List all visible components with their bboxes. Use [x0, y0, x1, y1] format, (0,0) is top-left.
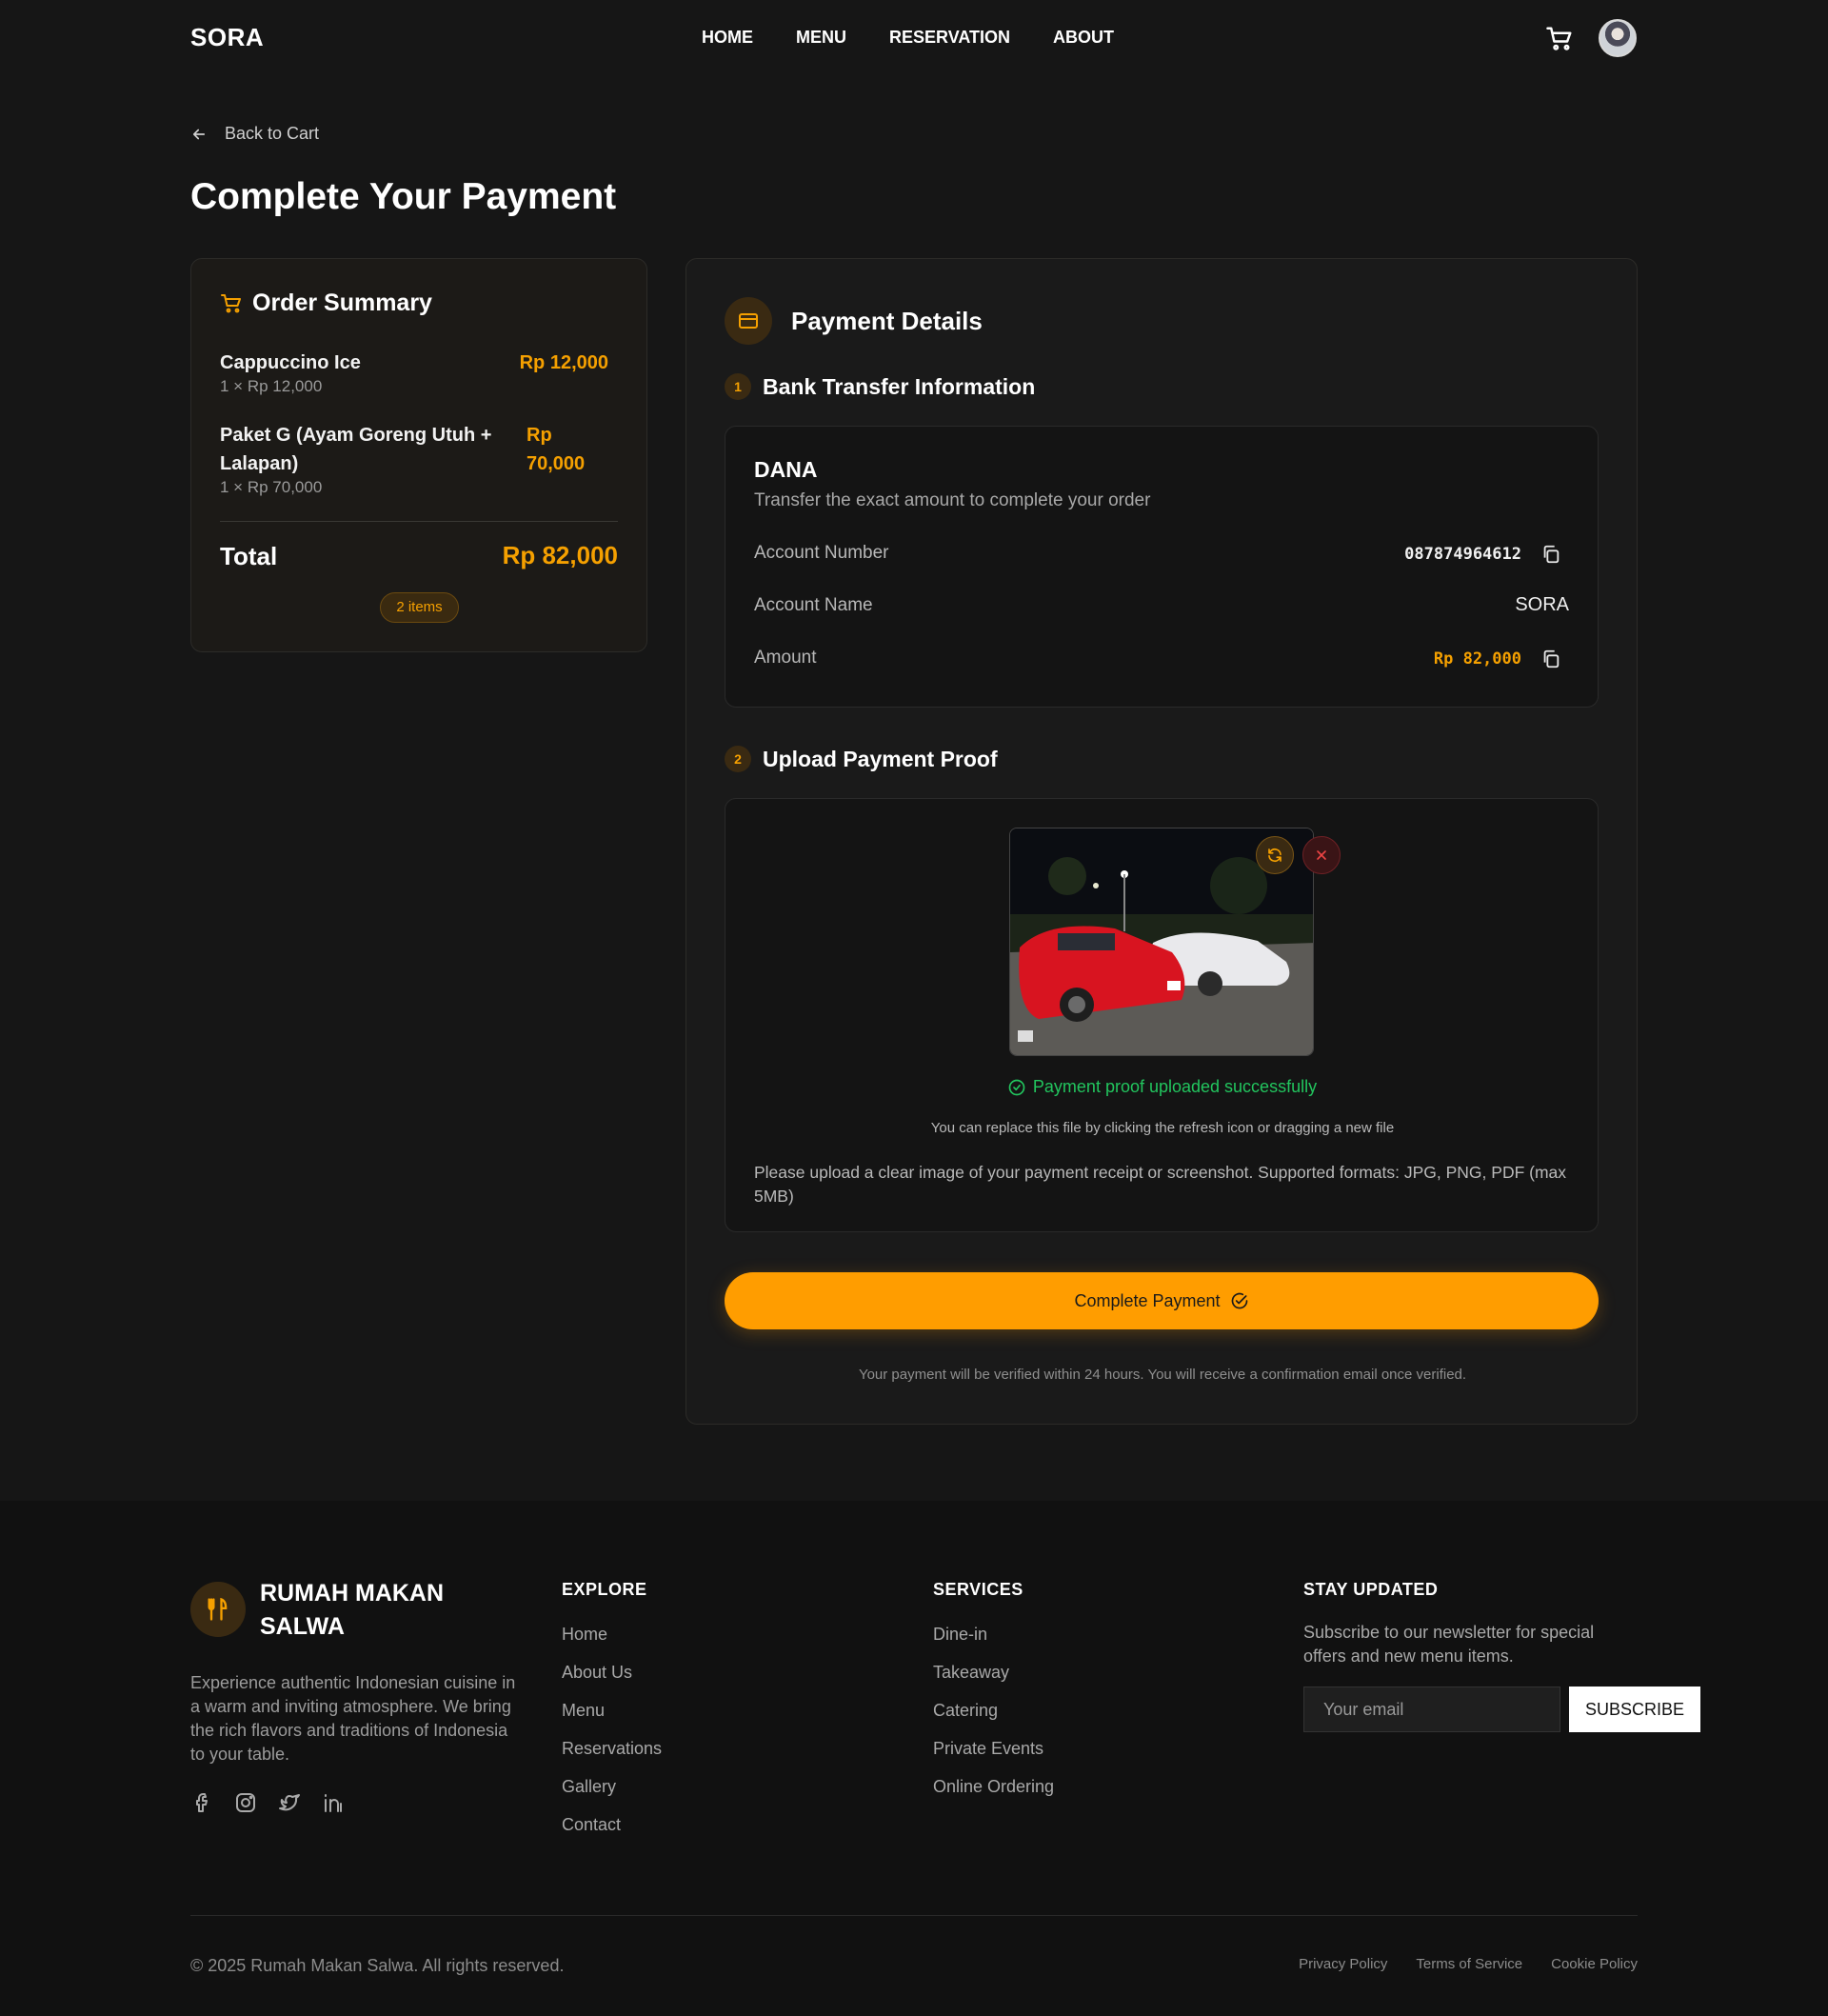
- verification-note: Your payment will be verified within 24 …: [858, 1367, 1467, 1383]
- refresh-upload-button[interactable]: [1256, 836, 1294, 874]
- upload-success-message: Payment proof uploaded successfully: [725, 1077, 1600, 1097]
- services-links: Dine-in Takeaway Catering Private Events…: [933, 1624, 1054, 1797]
- site-footer: RUMAH MAKAN SALWA Experience authentic I…: [0, 1501, 1828, 2016]
- item-detail: 1 × Rp 12,000: [220, 377, 323, 395]
- item-price: Rp 70,000: [527, 425, 586, 474]
- replace-file-note: You can replace this file by clicking th…: [930, 1120, 1395, 1136]
- amount-label: Amount: [754, 648, 817, 668]
- check-circle-icon: [1231, 1292, 1247, 1309]
- footer-link-reservations[interactable]: Reservations: [562, 1738, 662, 1759]
- newsletter-email-input[interactable]: [1303, 1687, 1560, 1732]
- explore-links: Home About Us Menu Reservations Gallery …: [562, 1624, 662, 1835]
- user-avatar[interactable]: [1599, 19, 1637, 57]
- nav-links: HOME MENU RESERVATION ABOUT: [702, 28, 1114, 48]
- footer-link-catering[interactable]: Catering: [933, 1700, 1054, 1721]
- footer-link-menu[interactable]: Menu: [562, 1700, 662, 1721]
- complete-payment-button[interactable]: Complete Payment: [725, 1272, 1599, 1329]
- twitter-icon[interactable]: [278, 1791, 301, 1814]
- footer-link-dine-in[interactable]: Dine-in: [933, 1624, 1054, 1645]
- subscribe-button[interactable]: SUBSCRIBE: [1569, 1687, 1700, 1732]
- nav-link-home[interactable]: HOME: [702, 28, 753, 48]
- step-upload-proof: 2 Upload Payment Proof: [725, 746, 998, 772]
- services-heading: SERVICES: [933, 1580, 1023, 1599]
- items-count-badge: 2 items: [380, 592, 459, 623]
- step-number: 2: [725, 746, 751, 772]
- bank-name: DANA: [754, 457, 818, 482]
- cart-icon[interactable]: [1545, 25, 1574, 53]
- cart-icon: [221, 293, 241, 312]
- total-label: Total: [220, 542, 278, 570]
- list-item: Paket G (Ayam Goreng Utuh + Lalapan) 1 ×…: [220, 421, 496, 497]
- payment-details-title: Payment Details: [791, 307, 983, 335]
- instagram-icon[interactable]: [234, 1791, 257, 1814]
- step-title: Upload Payment Proof: [763, 746, 998, 771]
- nav-link-menu[interactable]: MENU: [796, 28, 846, 48]
- social-links: [190, 1791, 345, 1814]
- item-price: Rp 12,000: [519, 352, 608, 373]
- footer-about-text: Experience authentic Indonesian cuisine …: [190, 1673, 516, 1764]
- arrow-left-icon: [192, 129, 206, 139]
- footer-link-contact[interactable]: Contact: [562, 1814, 662, 1835]
- order-summary-heading: Order Summary: [220, 289, 432, 317]
- copy-icon[interactable]: [1540, 544, 1561, 565]
- legal-links: Privacy Policy Terms of Service Cookie P…: [1299, 1956, 1638, 1972]
- footer-link-about-us[interactable]: About Us: [562, 1662, 662, 1683]
- list-item: Cappuccino Ice 1 × Rp 12,000: [220, 349, 506, 396]
- step-number: 1: [725, 373, 751, 400]
- privacy-policy-link[interactable]: Privacy Policy: [1299, 1956, 1387, 1972]
- item-name: Cappuccino Ice: [220, 352, 361, 373]
- facebook-icon[interactable]: [190, 1791, 213, 1814]
- amount-value: Rp 82,000: [1433, 649, 1521, 669]
- complete-payment-label: Complete Payment: [1074, 1290, 1221, 1310]
- nav-link-reservation[interactable]: RESERVATION: [889, 28, 1010, 48]
- explore-heading: EXPLORE: [562, 1580, 647, 1599]
- footer-divider: [190, 1915, 1638, 1916]
- footer-link-gallery[interactable]: Gallery: [562, 1776, 662, 1797]
- footer-link-private-events[interactable]: Private Events: [933, 1738, 1054, 1759]
- bank-info-panel: DANA Transfer the exact amount to comple…: [725, 426, 1599, 708]
- refresh-icon: [1268, 848, 1282, 862]
- payment-details-card: Payment Details 1 Bank Transfer Informat…: [686, 258, 1638, 1425]
- back-label: Back to Cart: [225, 124, 320, 143]
- upload-success-text: Payment proof uploaded successfully: [1032, 1077, 1318, 1096]
- check-circle-icon: [1008, 1079, 1025, 1095]
- upload-dropzone[interactable]: Payment proof uploaded successfully You …: [725, 798, 1599, 1232]
- nav-link-about[interactable]: ABOUT: [1053, 28, 1114, 48]
- footer-link-home[interactable]: Home: [562, 1624, 662, 1645]
- summary-divider: [220, 521, 618, 522]
- footer-brand: RUMAH MAKAN SALWA: [260, 1580, 445, 1640]
- back-to-cart-link[interactable]: Back to Cart: [190, 124, 319, 144]
- footer-link-online-ordering[interactable]: Online Ordering: [933, 1776, 1054, 1797]
- credit-card-icon: [725, 297, 772, 345]
- account-number-value: 087874964612: [1404, 545, 1521, 564]
- terms-of-service-link[interactable]: Terms of Service: [1416, 1956, 1522, 1972]
- total-value: Rp 82,000: [502, 541, 618, 569]
- supported-formats-note: Please upload a clear image of your paym…: [754, 1163, 1567, 1206]
- step-title: Bank Transfer Information: [763, 373, 1036, 399]
- top-navbar: SORA HOME MENU RESERVATION ABOUT: [0, 0, 1828, 76]
- utensils-icon: [190, 1582, 246, 1637]
- account-number-label: Account Number: [754, 543, 889, 563]
- step-bank-transfer: 1 Bank Transfer Information: [725, 373, 1035, 400]
- item-detail: 1 × Rp 70,000: [220, 478, 323, 496]
- linkedin-icon[interactable]: [322, 1791, 345, 1814]
- cookie-policy-link[interactable]: Cookie Policy: [1551, 1956, 1638, 1972]
- order-summary-card: Order Summary Cappuccino Ice 1 × Rp 12,0…: [190, 258, 647, 652]
- bank-description: Transfer the exact amount to complete yo…: [754, 490, 1151, 510]
- close-icon: [1317, 850, 1326, 860]
- remove-upload-button[interactable]: [1302, 836, 1341, 874]
- site-logo[interactable]: SORA: [190, 23, 264, 52]
- newsletter-heading: STAY UPDATED: [1303, 1580, 1439, 1599]
- page-title: Complete Your Payment: [190, 176, 617, 217]
- account-name-value: SORA: [1515, 594, 1569, 615]
- account-name-label: Account Name: [754, 595, 873, 615]
- footer-link-takeaway[interactable]: Takeaway: [933, 1662, 1054, 1683]
- newsletter-text: Subscribe to our newsletter for special …: [1303, 1623, 1595, 1666]
- item-name: Paket G (Ayam Goreng Utuh + Lalapan): [220, 425, 492, 474]
- copyright-text: © 2025 Rumah Makan Salwa. All rights res…: [190, 1956, 565, 1975]
- copy-icon[interactable]: [1540, 649, 1561, 669]
- order-summary-title: Order Summary: [252, 289, 432, 316]
